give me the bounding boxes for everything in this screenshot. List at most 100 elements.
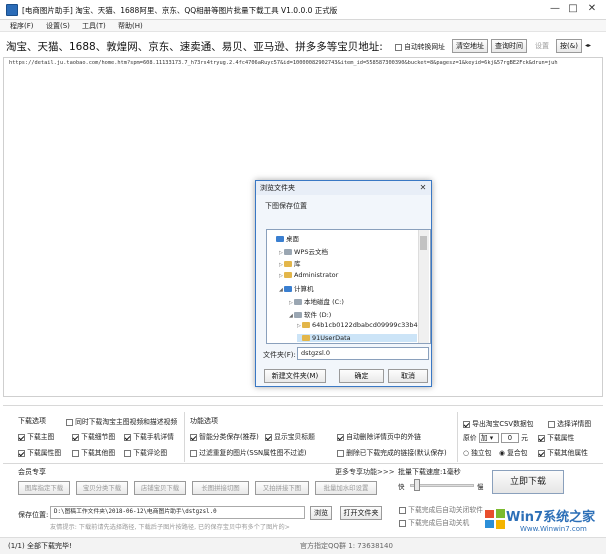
watermark-url: Www.Winwin7.com <box>520 525 587 533</box>
option-checkbox[interactable] <box>265 433 272 441</box>
download-option[interactable]: 下载手机详情 <box>124 431 174 441</box>
tree-item[interactable]: ▷ 64b1cb0122dbabcd09999c33b40 <box>297 321 422 329</box>
function-option[interactable]: 过滤重复的图片(SSN属性图不过滤) <box>190 447 307 457</box>
option-checkbox[interactable] <box>337 433 344 441</box>
function-option[interactable]: 删除已下载完成的链接(默认保存) <box>337 447 447 457</box>
member-button[interactable]: 批量加水印设置 <box>315 481 377 495</box>
auto-close-checkbox[interactable] <box>399 506 406 514</box>
ok-button[interactable]: 确定 <box>339 369 384 383</box>
option-checkbox[interactable] <box>72 449 79 457</box>
function-option[interactable]: 自动删除详情页中的外链 <box>337 431 421 441</box>
option-checkbox[interactable] <box>72 433 79 441</box>
download-option[interactable]: 同时下载淘宝主图视频和描述视频 <box>66 416 177 426</box>
download-attr-label: 下载属性 <box>547 434 575 442</box>
price-value-input[interactable]: 0 <box>500 433 519 443</box>
price-op-select[interactable]: 加 ▾ <box>478 433 499 443</box>
tree-item[interactable]: ▷ WPS云文档 <box>279 246 417 256</box>
tree-item[interactable]: 桌面 <box>271 233 417 243</box>
member-button[interactable]: 图库指定下载 <box>18 481 70 495</box>
tree-item[interactable]: ▷ Administrator <box>279 271 417 279</box>
save-path-label: 保存位置: <box>18 511 49 519</box>
dialog-subtitle: 下图保存位置 <box>265 202 307 210</box>
option-checkbox[interactable] <box>190 449 197 457</box>
auto-convert-checkbox[interactable] <box>395 43 402 51</box>
option-checkbox[interactable] <box>66 418 73 426</box>
open-folder-button[interactable]: 打开文件夹 <box>340 506 382 520</box>
download-other-toggle[interactable]: 下载其他属性 <box>538 447 588 457</box>
tree-item[interactable]: ▷ 库 <box>279 258 417 268</box>
save-path-input[interactable]: D:\图稿工作文件夹\2018-06-12\电商图片助手\dstgzsl.0 <box>50 506 305 519</box>
clear-address-button[interactable]: 清空地址 <box>452 39 488 53</box>
member-button[interactable]: 长图拼接切图 <box>192 481 249 495</box>
close-icon[interactable]: ✕ <box>585 3 599 16</box>
tree-item[interactable]: ◢ 软件 (D:) <box>289 309 417 319</box>
member-button[interactable]: 店铺宝贝下载 <box>134 481 186 495</box>
menu-help[interactable]: 帮助(H) <box>118 21 143 31</box>
dialog-close-icon[interactable]: ✕ <box>418 183 428 193</box>
minimize-icon[interactable]: — <box>548 3 562 16</box>
more-member-link[interactable]: 更多专享功能>>> <box>335 467 395 477</box>
option-label: 下载主图 <box>25 433 55 441</box>
member-button[interactable]: 宝贝分类下载 <box>76 481 128 495</box>
settings-button[interactable]: 设置 <box>531 39 553 53</box>
download-option[interactable]: 下载细节图 <box>72 431 115 441</box>
cancel-button[interactable]: 取消 <box>388 369 428 383</box>
status-left: (1/1) 全部下载完毕! <box>8 542 72 550</box>
tree-scroll-thumb[interactable] <box>420 236 427 250</box>
pick-detail-toggle[interactable]: 选择详情图 <box>548 418 591 428</box>
option-checkbox[interactable] <box>337 449 344 457</box>
browse-button[interactable]: 浏览 <box>310 506 332 520</box>
option-checkbox[interactable] <box>190 433 197 441</box>
option-label: 同时下载淘宝主图视频和描述视频 <box>73 418 178 426</box>
auto-shutdown-label: 下载完成后自动关机 <box>408 519 470 527</box>
download-option[interactable]: 下载其他图 <box>72 447 115 457</box>
download-attr-toggle[interactable]: 下载属性 <box>538 432 574 442</box>
menu-tools[interactable]: 工具(T) <box>82 21 106 31</box>
auto-convert-toggle[interactable]: 自动转换网址 <box>395 41 445 51</box>
menu-settings[interactable]: 设置(S) <box>46 21 70 31</box>
download-attr-checkbox[interactable] <box>538 434 545 442</box>
folder-input[interactable]: dstgzsl.0 <box>297 347 429 360</box>
combined-radio[interactable]: ◉ 复合包 <box>499 447 527 457</box>
start-download-button[interactable]: 立即下载 <box>492 470 564 494</box>
tree-item-label: 软件 (D:) <box>304 310 332 319</box>
export-csv-checkbox[interactable] <box>463 420 470 428</box>
auto-shutdown-toggle[interactable]: 下载完成后自动关机 <box>399 517 469 527</box>
combined-label: 复合包 <box>507 449 528 457</box>
more-select[interactable]: 按(&) <box>556 39 582 53</box>
download-other-checkbox[interactable] <box>538 449 545 457</box>
query-time-button[interactable]: 查询时间 <box>491 39 527 53</box>
option-checkbox[interactable] <box>124 449 131 457</box>
stepper-icon[interactable]: ◂▸ <box>585 42 591 49</box>
download-option[interactable]: 下载主图 <box>18 431 54 441</box>
function-option[interactable]: 智能分类保存(推荐) <box>190 431 259 441</box>
new-folder-button[interactable]: 新建文件夹(M) <box>264 369 326 383</box>
standalone-radio[interactable]: ○ 独立包 <box>463 447 491 457</box>
tree-item[interactable]: ▷ 本地磁盘 (C:) <box>289 296 417 306</box>
auto-shutdown-checkbox[interactable] <box>399 519 406 527</box>
function-option[interactable]: 显示宝贝标题 <box>265 431 315 441</box>
speed-slider-handle[interactable] <box>414 479 420 491</box>
menu-program[interactable]: 程序(F) <box>10 21 34 31</box>
tree-item-label: 91UserData <box>312 333 351 342</box>
member-button[interactable]: 又拍拼接下图 <box>255 481 309 495</box>
option-checkbox[interactable] <box>18 433 25 441</box>
tree-item[interactable]: 91UserData <box>297 333 417 342</box>
option-label: 下载属性图 <box>25 449 62 457</box>
function-options-header: 功能选项 <box>190 417 218 425</box>
export-csv-toggle[interactable]: 导出淘宝CSV数据包 <box>463 418 533 428</box>
folder-tree[interactable]: 桌面 ▷ WPS云文档 ▷ 库 ▷ Administrator ◢ 计算机 ▷ 本地磁盘 (C:) ◢… <box>266 229 431 344</box>
drive-icon <box>294 311 302 318</box>
option-label: 下载其他图 <box>79 449 116 457</box>
divider <box>184 412 185 462</box>
download-option[interactable]: 下载评论图 <box>124 447 167 457</box>
price-row: 原价 加 ▾ 0 元 <box>463 432 528 443</box>
tree-item[interactable]: ◢ 计算机 <box>279 283 417 293</box>
pick-detail-checkbox[interactable] <box>548 420 555 428</box>
option-checkbox[interactable] <box>124 433 131 441</box>
auto-close-toggle[interactable]: 下载完成后自动关闭软件 <box>399 504 483 514</box>
download-option[interactable]: 下载属性图 <box>18 447 61 457</box>
option-checkbox[interactable] <box>18 449 25 457</box>
speed-fast-label: 快 <box>398 483 405 491</box>
maximize-icon[interactable]: □ <box>566 3 580 16</box>
